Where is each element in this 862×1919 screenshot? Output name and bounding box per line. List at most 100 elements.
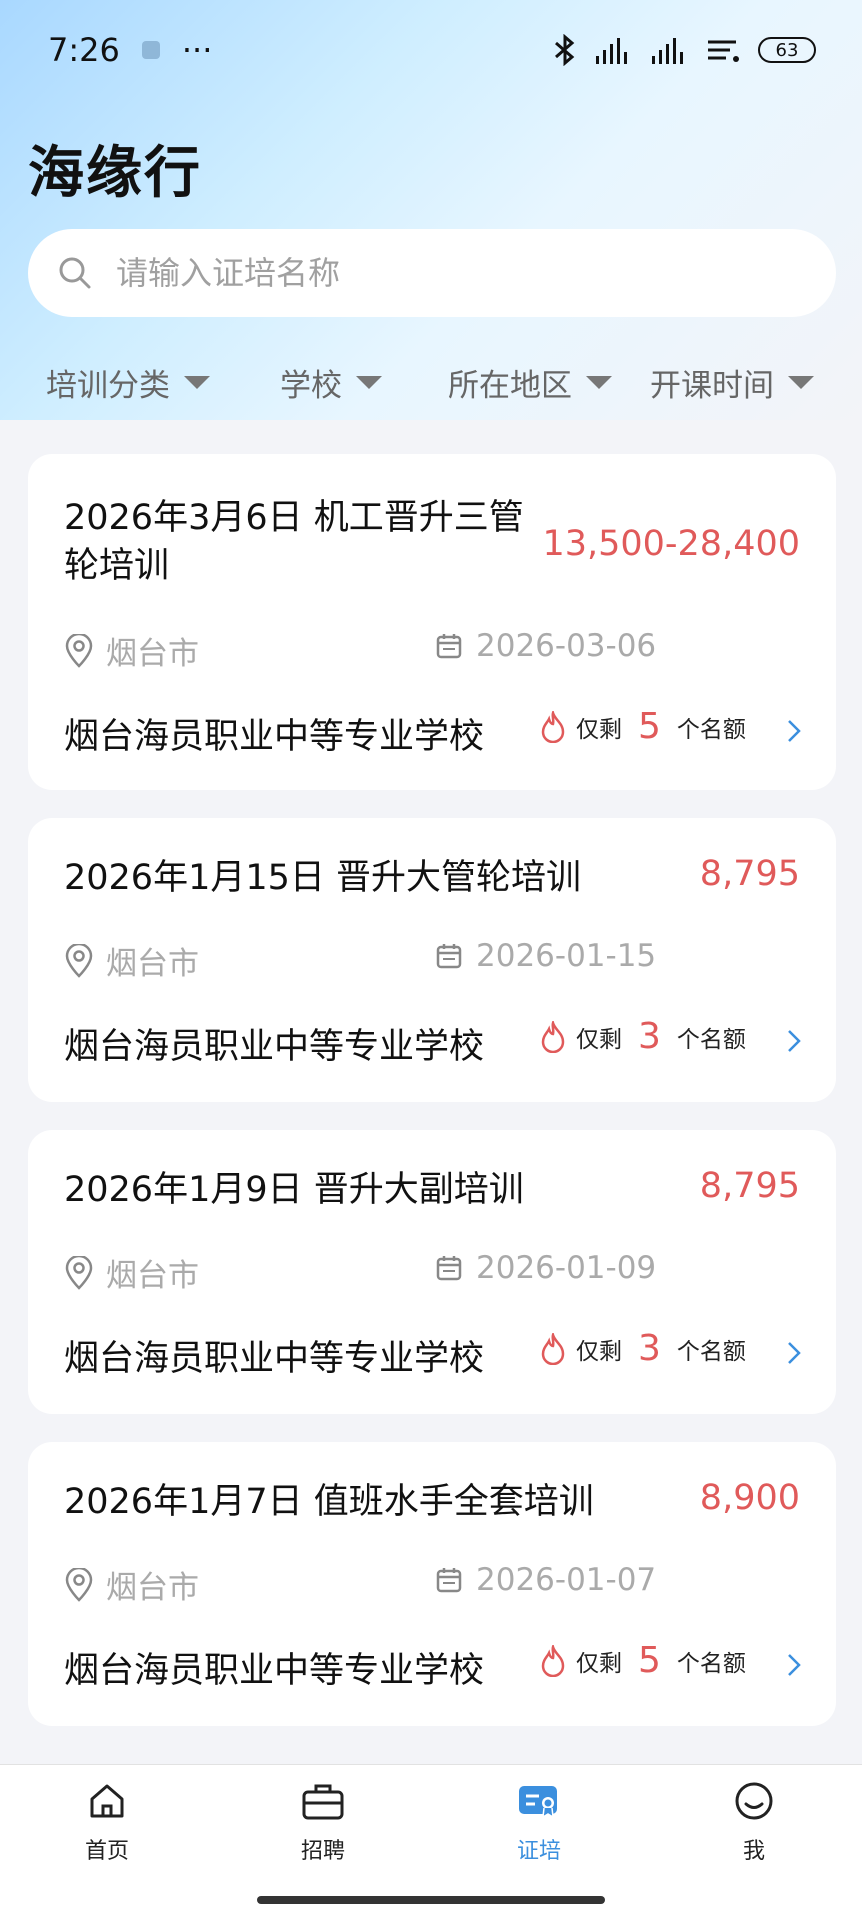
filter-school-label: 学校 [280,368,342,404]
location-pin-icon [65,1567,93,1602]
battery-level: 63 [775,39,799,61]
quota-number: 5 [638,1640,661,1681]
fire-icon [541,710,565,743]
course-price: 13,500-28,400 [542,524,800,564]
chevron-right-icon[interactable] [786,1652,802,1678]
course-card[interactable]: 2026年1月15日 晋升大管轮培训 8,795 烟台市 2026-01-15 … [28,818,836,1102]
fire-icon [541,1644,565,1677]
course-date: 2026-01-09 [476,1250,657,1286]
search-icon [59,257,91,289]
course-title: 2026年1月7日 值班水手全套培训 [64,1482,594,1522]
tab-jobs[interactable]: 招聘 [263,1781,383,1865]
filter-region[interactable]: 所在地区 [448,360,612,405]
quota-suffix: 个名额 [676,1650,746,1677]
smiley-icon [735,1782,773,1820]
course-school: 烟台海员职业中等专业学校 [64,1027,485,1067]
app-title: 海缘行 [28,141,202,206]
quota-prefix: 仅剩 [576,1650,622,1677]
search-input[interactable] [114,253,718,293]
status-time: 7:26 [48,31,120,69]
course-date: 2026-01-15 [476,938,657,974]
course-meta: 烟台市 2026-01-15 [64,938,800,982]
location-pin-icon [65,1255,93,1290]
quota-number: 3 [638,1328,661,1369]
bluetooth-icon [555,34,575,66]
course-date: 2026-01-07 [476,1562,657,1598]
course-meta: 烟台市 2026-01-09 [64,1250,800,1294]
filter-school[interactable]: 学校 [280,360,382,405]
dropdown-arrow-icon [356,376,382,389]
search-bar[interactable] [28,229,836,317]
course-price: 8,795 [699,1166,800,1206]
battery-icon: 63 [758,37,816,63]
course-title: 2026年1月15日 晋升大管轮培训 [64,858,582,898]
status-bar: 7:26 ··· 63 [0,0,862,100]
quota-info: 仅剩 3 个名额 [540,1328,746,1369]
quota-number: 3 [638,1016,661,1057]
briefcase-icon [302,1784,344,1820]
course-location: 烟台市 [106,636,199,672]
more-dots: ··· [181,31,213,69]
course-location: 烟台市 [106,1570,199,1606]
quota-prefix: 仅剩 [576,1026,622,1053]
course-title: 2026年3月6日 机工晋升三管轮培训 [64,498,524,586]
course-card[interactable]: 2026年1月7日 值班水手全套培训 8,900 烟台市 2026-01-07 … [28,1442,836,1726]
dropdown-arrow-icon [586,376,612,389]
tab-home[interactable]: 首页 [47,1781,167,1865]
course-school: 烟台海员职业中等专业学校 [64,1339,485,1379]
course-meta: 烟台市 2026-03-06 [64,628,800,672]
quota-suffix: 个名额 [676,1026,746,1053]
filter-start-time[interactable]: 开课时间 [650,360,814,405]
chevron-right-icon[interactable] [786,1340,802,1366]
course-location: 烟台市 [106,946,199,982]
quota-prefix: 仅剩 [576,1338,622,1365]
quota-number: 5 [638,706,661,747]
notification-icon [141,41,160,59]
tab-me-label: 我 [742,1839,765,1864]
quota-suffix: 个名额 [676,716,746,743]
fire-icon [541,1020,565,1053]
course-price: 8,795 [699,854,800,894]
tab-certificates[interactable]: 证培 [479,1781,599,1865]
quota-info: 仅剩 5 个名额 [540,1640,746,1681]
course-location: 烟台市 [106,1258,199,1294]
calendar-icon [436,1256,462,1281]
course-school: 烟台海员职业中等专业学校 [64,1651,485,1691]
tab-home-label: 首页 [84,1839,129,1864]
dropdown-arrow-icon [184,376,210,389]
signal-icon [596,38,627,64]
course-title: 2026年1月9日 晋升大副培训 [64,1170,524,1210]
location-pin-icon [65,943,93,978]
filter-bar: 培训分类 学校 所在地区 开课时间 [0,360,862,416]
filter-category-label: 培训分类 [46,368,170,404]
chevron-right-icon[interactable] [786,1028,802,1054]
filter-category[interactable]: 培训分类 [46,360,210,405]
calendar-icon [436,944,462,969]
course-card[interactable]: 2026年1月9日 晋升大副培训 8,795 烟台市 2026-01-09 烟台… [28,1130,836,1414]
chevron-right-icon[interactable] [786,718,802,744]
location-pin-icon [65,633,93,668]
dropdown-arrow-icon [788,376,814,389]
fire-icon [541,1332,565,1365]
certificate-icon [519,1786,557,1819]
calendar-icon [436,1568,462,1593]
course-price: 8,900 [699,1478,800,1518]
calendar-icon [436,634,462,659]
filter-region-label: 所在地区 [448,368,572,404]
quota-info: 仅剩 3 个名额 [540,1016,746,1057]
course-card[interactable]: 2026年3月6日 机工晋升三管轮培训 13,500-28,400 烟台市 20… [28,454,836,790]
tab-certificates-label: 证培 [516,1839,561,1864]
tab-jobs-label: 招聘 [300,1839,345,1864]
home-indicator[interactable] [257,1896,605,1904]
quota-prefix: 仅剩 [576,716,622,743]
course-school: 烟台海员职业中等专业学校 [64,717,485,757]
wifi-icon [708,40,739,62]
filter-start-time-label: 开课时间 [650,368,774,404]
home-icon [90,1784,124,1818]
course-meta: 烟台市 2026-01-07 [64,1562,800,1606]
signal-icon-2 [652,38,683,64]
course-date: 2026-03-06 [476,628,657,664]
quota-info: 仅剩 5 个名额 [540,706,746,747]
tab-me[interactable]: 我 [694,1781,814,1865]
quota-suffix: 个名额 [676,1338,746,1365]
